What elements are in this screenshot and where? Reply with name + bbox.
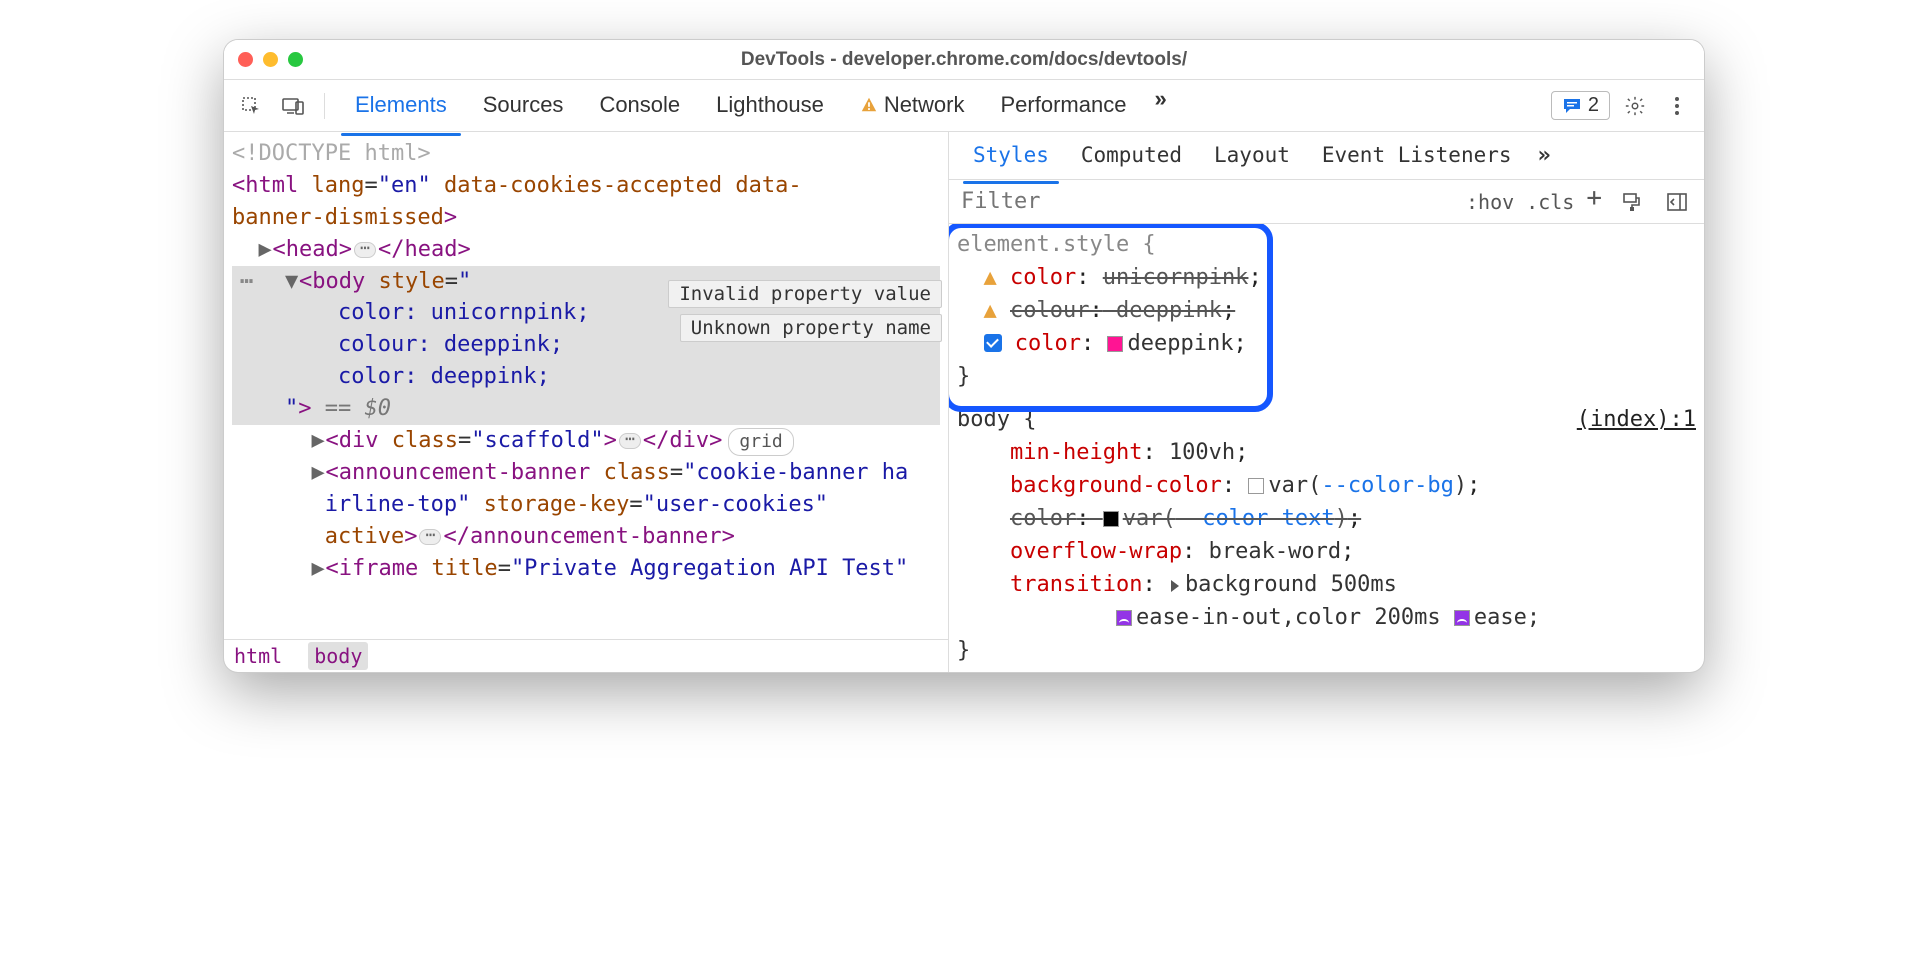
tab-network[interactable]: Network xyxy=(844,86,981,126)
selector-body: (index):1body { xyxy=(957,403,1696,436)
main-split: <!DOCTYPE html> <html lang="en" data-coo… xyxy=(224,132,1704,672)
toggle-sidebar-icon[interactable] xyxy=(1660,185,1694,219)
devtools-window: DevTools - developer.chrome.com/docs/dev… xyxy=(224,40,1704,672)
tab-elements[interactable]: Elements xyxy=(339,86,463,126)
subtab-styles[interactable]: Styles xyxy=(959,137,1063,175)
tab-label: Sources xyxy=(483,92,564,118)
dom-node-html[interactable]: <html lang="en" data-cookies-accepted da… xyxy=(232,170,940,202)
style-rule-unknown-prop[interactable]: ▲ colour: deeppink; xyxy=(957,294,1696,327)
tab-lighthouse[interactable]: Lighthouse xyxy=(700,86,840,126)
style-rule-overflow-wrap[interactable]: overflow-wrap: break-word; xyxy=(957,535,1696,568)
expand-icon[interactable]: ⋯ xyxy=(619,433,641,449)
more-subtabs-button[interactable]: » xyxy=(1530,143,1559,168)
dom-node-body-close: "> == $0 xyxy=(232,393,940,425)
dom-node-html-cont: banner-dismissed> xyxy=(232,202,940,234)
expand-icon[interactable]: ⋯ xyxy=(354,242,376,258)
maximize-window-button[interactable] xyxy=(288,52,303,67)
breadcrumb: html body xyxy=(224,639,948,672)
dom-tree[interactable]: <!DOCTYPE html> <html lang="en" data-coo… xyxy=(224,132,948,639)
dom-node-announcement-cont2: active>⋯</announcement-banner> xyxy=(232,521,940,553)
subtab-computed[interactable]: Computed xyxy=(1067,137,1196,175)
source-link[interactable]: (index):1 xyxy=(1577,403,1696,436)
tooltip-unknown-name: Unknown property name xyxy=(680,314,942,342)
tab-label: Performance xyxy=(1001,92,1127,118)
expand-icon[interactable]: ⋯ xyxy=(419,529,441,545)
rule-close: } xyxy=(957,360,1696,393)
warning-icon: ▲ xyxy=(984,265,997,290)
body-style-line: color: deeppink; xyxy=(232,361,940,393)
style-rule-color[interactable]: color: deeppink; xyxy=(957,327,1696,360)
style-rule-bg[interactable]: background-color: var(--color-bg); xyxy=(957,469,1696,502)
dom-node-head[interactable]: ▶<head>⋯</head> xyxy=(232,234,940,266)
rule-close: } xyxy=(957,634,1696,667)
selector-element-style: element.style { xyxy=(957,228,1696,261)
style-rule-invalid-value[interactable]: ▲ color: unicornpink; xyxy=(957,261,1696,294)
window-title: DevTools - developer.chrome.com/docs/dev… xyxy=(224,49,1704,71)
color-swatch-icon[interactable] xyxy=(1248,478,1264,494)
main-toolbar: Elements Sources Console Lighthouse Netw… xyxy=(224,80,1704,132)
device-toggle-icon[interactable] xyxy=(276,89,310,123)
style-rule-transition-cont: ease-in-out,color 200ms ease; xyxy=(957,601,1696,634)
doctype: <!DOCTYPE html> xyxy=(232,141,431,166)
issues-count: 2 xyxy=(1588,94,1599,117)
color-swatch-icon[interactable] xyxy=(1103,511,1119,527)
close-window-button[interactable] xyxy=(238,52,253,67)
paint-icon[interactable] xyxy=(1614,185,1648,219)
dom-node-div-scaffold[interactable]: ▶<div class="scaffold">⋯</div>grid xyxy=(232,425,940,457)
grid-badge[interactable]: grid xyxy=(728,428,793,456)
tab-label: Elements xyxy=(355,92,447,118)
style-rule-transition[interactable]: transition: background 500ms xyxy=(957,568,1696,601)
warning-icon xyxy=(860,96,878,114)
new-rule-button[interactable]: + xyxy=(1586,183,1602,213)
style-rule-min-height[interactable]: min-height: 100vh; xyxy=(957,436,1696,469)
tooltip-invalid-value: Invalid property value xyxy=(668,280,942,308)
dom-node-announcement-cont: irline-top" storage-key="user-cookies" xyxy=(232,489,940,521)
styles-rules[interactable]: element.style { ▲ color: unicornpink; ▲ … xyxy=(949,224,1704,672)
elements-panel: <!DOCTYPE html> <html lang="en" data-coo… xyxy=(224,132,949,672)
styles-filterbar: :hov .cls + xyxy=(949,180,1704,224)
tab-sources[interactable]: Sources xyxy=(467,86,580,126)
subtab-layout[interactable]: Layout xyxy=(1200,137,1304,175)
issues-badge[interactable]: 2 xyxy=(1551,91,1610,120)
cls-button[interactable]: .cls xyxy=(1526,190,1574,214)
breadcrumb-item[interactable]: html xyxy=(234,644,282,668)
breadcrumb-item[interactable]: body xyxy=(308,642,368,670)
kebab-menu-icon[interactable] xyxy=(1660,89,1694,123)
checkbox-icon[interactable] xyxy=(984,334,1002,352)
styles-filter-input[interactable] xyxy=(959,188,1454,215)
easing-swatch-icon[interactable] xyxy=(1116,610,1132,626)
more-tabs-button[interactable]: » xyxy=(1146,86,1174,126)
style-rule-color-overridden[interactable]: color: var(--color-text); xyxy=(957,502,1696,535)
warning-icon: ▲ xyxy=(984,298,997,323)
dom-node-iframe[interactable]: ▶<iframe title="Private Aggregation API … xyxy=(232,553,940,585)
subtab-event-listeners[interactable]: Event Listeners xyxy=(1308,137,1526,175)
styles-panel: Styles Computed Layout Event Listeners »… xyxy=(949,132,1704,672)
panel-tabs: Elements Sources Console Lighthouse Netw… xyxy=(339,86,1543,126)
tab-label: Network xyxy=(884,92,965,118)
titlebar: DevTools - developer.chrome.com/docs/dev… xyxy=(224,40,1704,80)
inspect-element-icon[interactable] xyxy=(234,89,268,123)
tab-label: Console xyxy=(599,92,680,118)
dom-node-announcement[interactable]: ▶<announcement-banner class="cookie-bann… xyxy=(232,457,940,489)
traffic-lights xyxy=(238,52,303,67)
tab-performance[interactable]: Performance xyxy=(985,86,1143,126)
minimize-window-button[interactable] xyxy=(263,52,278,67)
tab-label: Lighthouse xyxy=(716,92,824,118)
hov-button[interactable]: :hov xyxy=(1466,190,1514,214)
easing-swatch-icon[interactable] xyxy=(1454,610,1470,626)
chat-icon xyxy=(1562,97,1582,115)
settings-icon[interactable] xyxy=(1618,89,1652,123)
styles-subtabs: Styles Computed Layout Event Listeners » xyxy=(949,132,1704,180)
color-swatch-icon[interactable] xyxy=(1107,336,1123,352)
tab-console[interactable]: Console xyxy=(583,86,696,126)
separator xyxy=(324,93,325,119)
expand-icon[interactable] xyxy=(1171,580,1179,592)
